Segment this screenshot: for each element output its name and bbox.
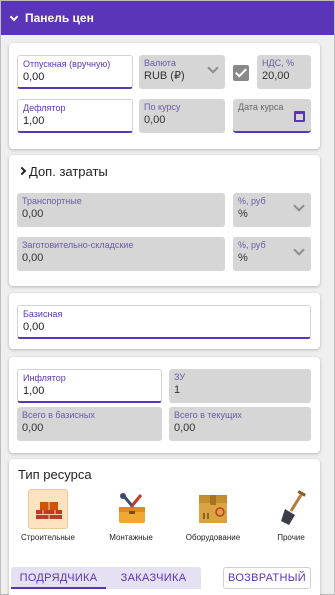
vat-value: 20,00 (262, 70, 290, 82)
transport-field[interactable]: Транспортные 0,00 (17, 193, 225, 227)
resource-construction[interactable]: Строительные (14, 489, 82, 542)
retail-price-field[interactable]: Отпускная (вручную) 0,00 (17, 55, 133, 89)
panel-header[interactable]: Панель цен (1, 1, 334, 35)
chevron-down-icon (9, 12, 19, 21)
retail-price-value: 0,00 (23, 71, 45, 83)
storage-value: 0,00 (22, 252, 44, 264)
by-rate-field[interactable]: По курсу 0,00 (139, 99, 225, 133)
deflator-field[interactable]: Дефлятор 1,00 (17, 99, 133, 133)
resource-equipment[interactable]: Оборудование (179, 489, 247, 542)
currency-select[interactable]: Валюта RUB (₽) (139, 55, 225, 89)
total-base-label: Всего в базисных (22, 410, 95, 420)
vat-label: НДС, % (262, 58, 295, 68)
extra-costs-title[interactable]: Доп. затраты (29, 164, 108, 179)
retail-price-label: Отпускная (вручную) (23, 59, 111, 69)
prices-card: Отпускная (вручную) 0,00 Валюта RUB (₽) … (9, 43, 320, 149)
resource-other-label: Прочие (277, 533, 305, 542)
total-current-value: 0,00 (174, 422, 196, 434)
by-rate-value: 0,00 (144, 114, 166, 126)
resource-construction-label: Строительные (20, 533, 76, 542)
inflator-label: Инфлятор (23, 373, 66, 383)
inflator-value: 1,00 (23, 385, 45, 397)
base-price-field[interactable]: Базисная 0,00 (17, 305, 311, 339)
base-price-card: Базисная 0,00 (9, 293, 320, 349)
transport-unit-select[interactable]: %, руб % (233, 193, 311, 227)
chevron-right-icon[interactable] (17, 166, 27, 176)
currency-value: RUB (₽) (144, 70, 185, 82)
bricks-icon (28, 489, 68, 529)
storage-unit-select[interactable]: %, руб % (233, 237, 311, 271)
total-base-value: 0,00 (22, 422, 44, 434)
zu-field[interactable]: ЗУ 1 (169, 369, 311, 403)
resource-other[interactable]: Прочие (257, 489, 325, 542)
calendar-icon[interactable] (294, 111, 305, 122)
total-current-field[interactable]: Всего в текущих 0,00 (169, 407, 311, 441)
box-icon (193, 489, 233, 529)
resource-installation[interactable]: Монтажные (97, 489, 165, 542)
storage-field[interactable]: Заготовительно-складские 0,00 (17, 237, 225, 271)
total-current-label: Всего в текущих (174, 410, 242, 420)
total-base-field[interactable]: Всего в базисных 0,00 (17, 407, 162, 441)
deflator-value: 1,00 (23, 115, 45, 127)
rate-date-field[interactable]: Дата курса (233, 99, 311, 133)
price-panel: Панель цен Отпускная (вручную) 0,00 Валю… (0, 0, 335, 595)
vat-field[interactable]: НДС, % 20,00 (257, 55, 311, 89)
price-tabs: ПОДРЯДЧИКА ЗАКАЗЧИКА (11, 567, 201, 589)
base-price-label: Базисная (23, 309, 63, 319)
storage-unit-value: % (238, 252, 248, 264)
extra-costs-card: Доп. затраты Транспортные 0,00 %, руб % … (9, 155, 320, 286)
tab-contractor[interactable]: ПОДРЯДЧИКА (11, 567, 106, 589)
transport-value: 0,00 (22, 208, 44, 220)
storage-label: Заготовительно-складские (22, 240, 134, 250)
transport-unit-value: % (238, 208, 248, 220)
resource-equipment-label: Оборудование (185, 533, 241, 542)
zu-label: ЗУ (174, 372, 186, 382)
vat-checkbox[interactable] (233, 65, 249, 81)
return-button[interactable]: ВОЗВРАТНЫЙ (223, 567, 311, 589)
zu-value: 1 (174, 384, 181, 396)
toolbox-icon (111, 489, 151, 529)
panel-title: Панель цен (25, 11, 94, 25)
resource-installation-label: Монтажные (109, 533, 153, 542)
indices-card: Инфлятор 1,00 ЗУ 1 Всего в базисных 0,00… (9, 357, 320, 453)
tab-customer[interactable]: ЗАКАЗЧИКА (106, 567, 201, 589)
base-price-value: 0,00 (23, 321, 45, 333)
by-rate-label: По курсу (144, 102, 181, 112)
transport-label: Транспортные (22, 196, 82, 206)
shovel-icon (271, 489, 311, 529)
deflator-label: Дефлятор (23, 103, 66, 113)
resource-type-title: Тип ресурса (18, 467, 92, 482)
inflator-field[interactable]: Инфлятор 1,00 (17, 369, 162, 403)
